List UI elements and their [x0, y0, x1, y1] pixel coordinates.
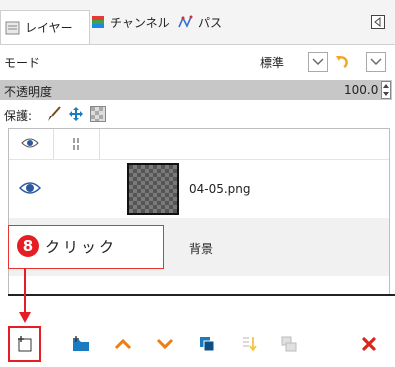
layers-toolbar: [0, 322, 395, 367]
opacity-spinner[interactable]: [381, 81, 391, 99]
mode-row: モード 標準: [0, 44, 395, 80]
annotation-arrow-icon: [19, 268, 31, 323]
layer-name[interactable]: 04-05.png: [189, 182, 251, 196]
lock-row: 保護:: [0, 100, 395, 128]
tab-channels-label: チャンネル: [110, 15, 170, 30]
tab-paths[interactable]: パス: [178, 10, 222, 34]
brush-icon: [46, 106, 62, 125]
mode-reset-button[interactable]: [334, 52, 354, 72]
layer-row[interactable]: 04-05.png: [9, 160, 389, 218]
reset-arrow-icon: [335, 52, 353, 73]
annotation-text: クリック: [45, 238, 118, 256]
layer-list-header: [9, 129, 389, 160]
lower-layer-button[interactable]: [152, 332, 178, 358]
tab-layers[interactable]: レイヤー: [0, 10, 90, 44]
anchor-icon: [240, 335, 258, 356]
mode-label: モード: [4, 56, 41, 70]
merge-down-button[interactable]: [276, 332, 302, 358]
tab-menu-button[interactable]: [370, 14, 386, 33]
tab-menu-icon: [370, 14, 386, 30]
layer-list: 04-05.png 背景: [8, 128, 390, 295]
raise-layer-button[interactable]: [110, 332, 136, 358]
paths-icon: [178, 14, 194, 30]
chevron-down-icon: [156, 338, 174, 353]
step-number-badge: 8: [17, 235, 39, 257]
checker-thumbnail-icon: [129, 165, 177, 213]
opacity-value[interactable]: 100.0: [344, 83, 378, 97]
duplicate-icon: [198, 335, 216, 356]
merge-down-icon: [280, 335, 298, 356]
layer-visibility-toggle[interactable]: [18, 180, 42, 199]
channels-icon: [90, 14, 106, 30]
new-layer-icon: [16, 335, 34, 356]
dock-tab-bar: レイヤー チャンネル パス: [0, 0, 395, 45]
folder-icon: [71, 335, 91, 356]
alpha-checker-icon: [90, 106, 106, 125]
visibility-column-icon: [21, 136, 39, 153]
new-layer-button[interactable]: [12, 332, 38, 358]
list-bottom-separator: [8, 294, 395, 296]
mode-dropdown-button[interactable]: [308, 52, 328, 72]
lock-label: 保護:: [4, 109, 33, 123]
layer-name[interactable]: 背景: [189, 240, 213, 257]
duplicate-layer-button[interactable]: [194, 332, 220, 358]
header-divider: [53, 129, 54, 159]
layer-thumbnail[interactable]: [127, 163, 179, 215]
header-divider: [99, 129, 100, 159]
delete-layer-button[interactable]: [356, 332, 382, 358]
opacity-slider[interactable]: 不透明度 100.0: [0, 80, 392, 100]
delete-x-icon: [361, 336, 377, 355]
lock-alpha-toggle[interactable]: [90, 106, 106, 125]
chevron-down-icon: [370, 55, 382, 69]
chain-column-icon: [71, 137, 81, 154]
eye-icon: [18, 182, 42, 199]
chevron-down-icon: [312, 55, 324, 69]
chevron-up-icon: [114, 338, 132, 353]
move-arrows-icon: [68, 107, 84, 125]
mode-value[interactable]: 標準: [260, 54, 284, 71]
lock-position-toggle[interactable]: [68, 106, 84, 125]
tab-channels[interactable]: チャンネル: [90, 10, 170, 34]
annotation-callout: 8 クリック: [8, 225, 164, 269]
opacity-label: 不透明度: [4, 85, 53, 99]
mode-options-dropdown[interactable]: [366, 52, 386, 72]
new-layer-group-button[interactable]: [68, 332, 94, 358]
layers-icon: [5, 20, 21, 36]
tab-paths-label: パス: [198, 15, 223, 30]
tab-layers-label: レイヤー: [25, 21, 73, 35]
anchor-layer-button[interactable]: [236, 332, 262, 358]
lock-pixels-toggle[interactable]: [46, 106, 62, 125]
spinner-arrows-icon: [382, 84, 390, 101]
